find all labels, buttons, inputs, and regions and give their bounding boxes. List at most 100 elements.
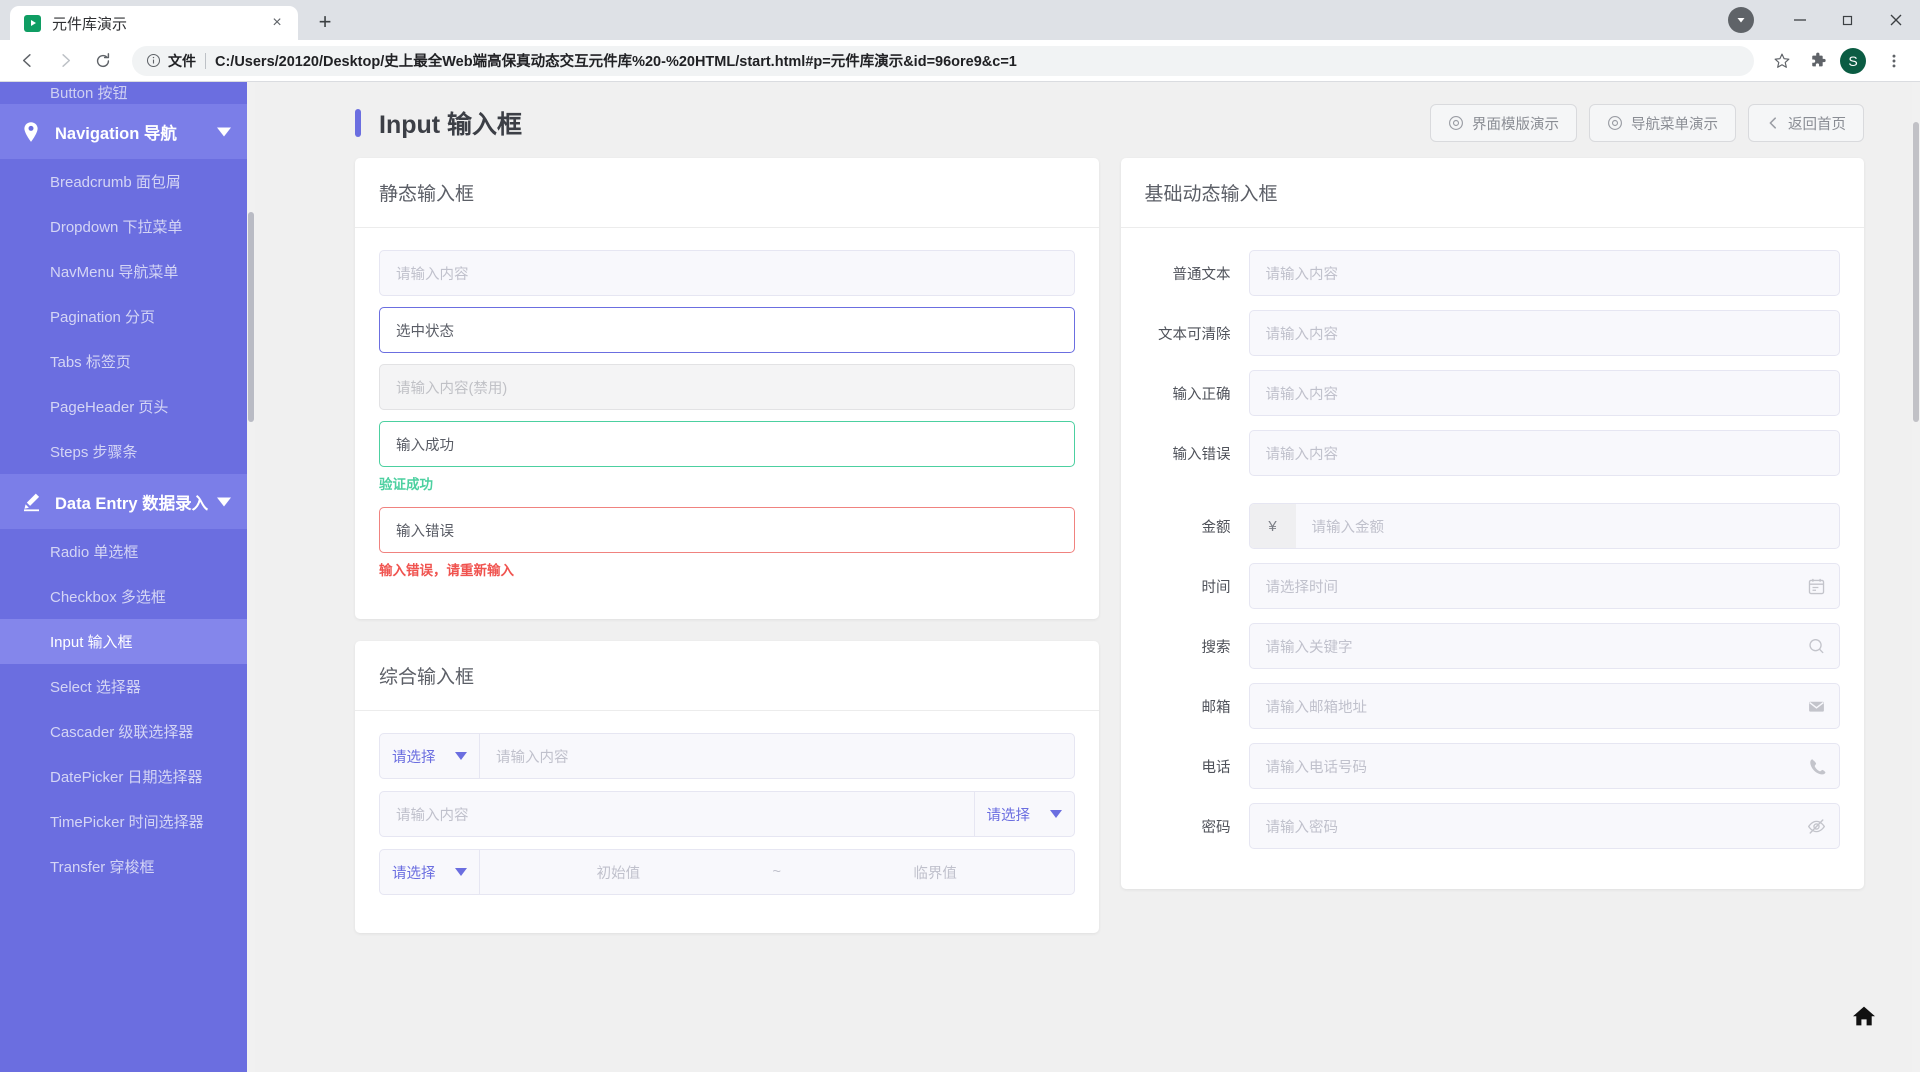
puzzle-piece-icon[interactable] [1802,45,1834,77]
field-placeholder: 请输入内容 [1265,266,1339,283]
sidebar-scroll-area: Button 按钮 Navigation 导航 Breadcrumb 面包屑 D… [0,82,255,1072]
maximize-button[interactable] [1824,0,1872,40]
bookmark-star-icon[interactable] [1766,45,1798,77]
password-field[interactable]: 请输入密码 [1248,803,1840,849]
home-icon[interactable] [1850,1002,1878,1030]
form-row-search: 搜索 请输入关键字 [1145,623,1840,669]
composite-text-input[interactable]: 请输入内容 [380,792,974,836]
ui-template-demo-button[interactable]: 界面模版演示 [1430,104,1577,142]
content-scrollbar-thumb[interactable] [1913,122,1919,422]
static-input-focused[interactable]: 选中状态 [379,307,1075,353]
field-placeholder: 请输入金额 [1311,519,1385,536]
email-field[interactable]: 请输入邮箱地址 [1248,683,1840,729]
field-label: 时间 [1201,579,1231,596]
new-tab-button[interactable]: + [310,7,340,37]
calendar-icon[interactable] [1793,577,1839,596]
phone-icon[interactable] [1793,757,1839,776]
range-to-input[interactable]: 临界值 [797,862,1074,883]
sidebar-item-input[interactable]: Input 输入框 [0,619,255,664]
close-window-button[interactable] [1872,0,1920,40]
header-buttons: 界面模版演示 导航菜单演示 返回首页 [1430,104,1864,142]
static-input-error[interactable]: 输入错误 [379,507,1075,553]
field-placeholder: 请输入内容 [1265,386,1339,403]
field-label: 搜索 [1201,639,1231,656]
range-inputs: 初始值 ~ 临界值 [480,850,1074,894]
field-placeholder: 请输入密码 [1265,819,1339,836]
prepend-select[interactable]: 请选择 [380,734,480,778]
address-bar[interactable]: 文件 C:/Users/20120/Desktop/史上最全Web端高保真动态交… [132,45,1754,76]
sidebar-group-data-entry[interactable]: Data Entry 数据录入 [0,474,255,529]
eye-target-icon [1448,115,1464,131]
avatar[interactable]: S [1840,47,1866,74]
field-label: 文本可清除 [1158,326,1231,343]
field-label: 密码 [1201,819,1231,836]
chevron-down-icon [455,752,467,760]
panel-body: 请输入内容 选中状态 请输入内容(禁用) 输入成功 验证成功 输入错误 输入错误… [355,228,1099,619]
time-field[interactable]: 请选择时间 [1248,563,1840,609]
phone-field[interactable]: 请输入电话号码 [1248,743,1840,789]
three-dots-menu-icon[interactable] [1878,45,1910,77]
forward-arrow-icon[interactable] [48,44,82,78]
amount-field[interactable]: ¥ 请输入金额 [1248,503,1840,549]
range-from-input[interactable]: 初始值 [480,862,757,883]
sidebar-group-navigation[interactable]: Navigation 导航 [0,104,255,159]
static-input-success[interactable]: 输入成功 [379,421,1075,467]
sidebar-item-timepicker[interactable]: TimePicker 时间选择器 [0,799,255,844]
static-input-normal[interactable]: 请输入内容 [379,250,1075,296]
sidebar-scrollbar-track[interactable] [247,82,255,1072]
field-label: 金额 [1201,519,1231,536]
clearable-field[interactable]: 请输入内容 [1248,310,1840,356]
back-home-button[interactable]: 返回首页 [1748,104,1864,142]
button-label: 界面模版演示 [1472,116,1559,133]
sidebar-item-steps[interactable]: Steps 步骤条 [0,429,255,474]
sidebar-item-select[interactable]: Select 选择器 [0,664,255,709]
text-field[interactable]: 请输入内容 [1248,250,1840,296]
sidebar-item-navmenu[interactable]: NavMenu 导航菜单 [0,249,255,294]
chevron-down-icon [455,868,467,876]
search-icon[interactable] [1793,637,1839,656]
sidebar-item-pageheader[interactable]: PageHeader 页头 [0,384,255,429]
composite-text-input[interactable]: 请输入内容 [480,734,1074,778]
chevron-down-icon [217,122,231,141]
back-arrow-icon[interactable] [10,44,44,78]
content-inner: Input 输入框 界面模版演示 导航菜单演示 返回首页 静态输入框 请输入内容… [255,82,1920,933]
form-row-valid: 输入正确 请输入内容 [1145,370,1840,416]
form-row-plain-text: 普通文本 请输入内容 [1145,250,1840,296]
eye-off-icon[interactable] [1793,817,1839,836]
sidebar-item-cascader[interactable]: Cascader 级联选择器 [0,709,255,754]
append-select[interactable]: 请选择 [973,792,1074,836]
sidebar-item-tabs[interactable]: Tabs 标签页 [0,339,255,384]
invalid-field[interactable]: 请输入内容 [1248,430,1840,476]
input-text: 输入成功 [396,437,454,454]
sidebar-item-button[interactable]: Button 按钮 [0,82,255,104]
sidebar-item-transfer[interactable]: Transfer 穿梭框 [0,844,255,889]
nav-menu-demo-button[interactable]: 导航菜单演示 [1589,104,1736,142]
download-arrow-icon[interactable] [1728,7,1754,33]
window-controls [1728,0,1920,40]
info-circle-icon[interactable] [146,53,161,68]
omnibox-divider [205,52,206,69]
valid-field[interactable]: 请输入内容 [1248,370,1840,416]
content-scrollbar-track[interactable] [1912,82,1920,1072]
envelope-icon[interactable] [1793,697,1839,716]
url-scheme-label: 文件 [168,52,196,69]
reload-icon[interactable] [86,44,120,78]
search-field[interactable]: 请输入关键字 [1248,623,1840,669]
sidebar-item-dropdown[interactable]: Dropdown 下拉菜单 [0,204,255,249]
sidebar-item-checkbox[interactable]: Checkbox 多选框 [0,574,255,619]
input-placeholder: 请输入内容 [496,749,569,766]
field-label: 普通文本 [1172,266,1231,283]
form-row-email: 邮箱 请输入邮箱地址 [1145,683,1840,729]
minimize-button[interactable] [1776,0,1824,40]
sidebar-item-breadcrumb[interactable]: Breadcrumb 面包屑 [0,159,255,204]
form-row-time: 时间 请选择时间 [1145,563,1840,609]
range-separator: ~ [772,864,781,880]
sidebar-scrollbar-thumb[interactable] [248,212,254,422]
sidebar-item-datepicker[interactable]: DatePicker 日期选择器 [0,754,255,799]
prepend-select[interactable]: 请选择 [380,850,480,894]
close-icon[interactable]: × [266,12,288,34]
browser-tab[interactable]: 元件库演示 × [10,6,298,40]
sidebar-item-radio[interactable]: Radio 单选框 [0,529,255,574]
sidebar-item-pagination[interactable]: Pagination 分页 [0,294,255,339]
chevron-left-icon [1766,116,1780,130]
